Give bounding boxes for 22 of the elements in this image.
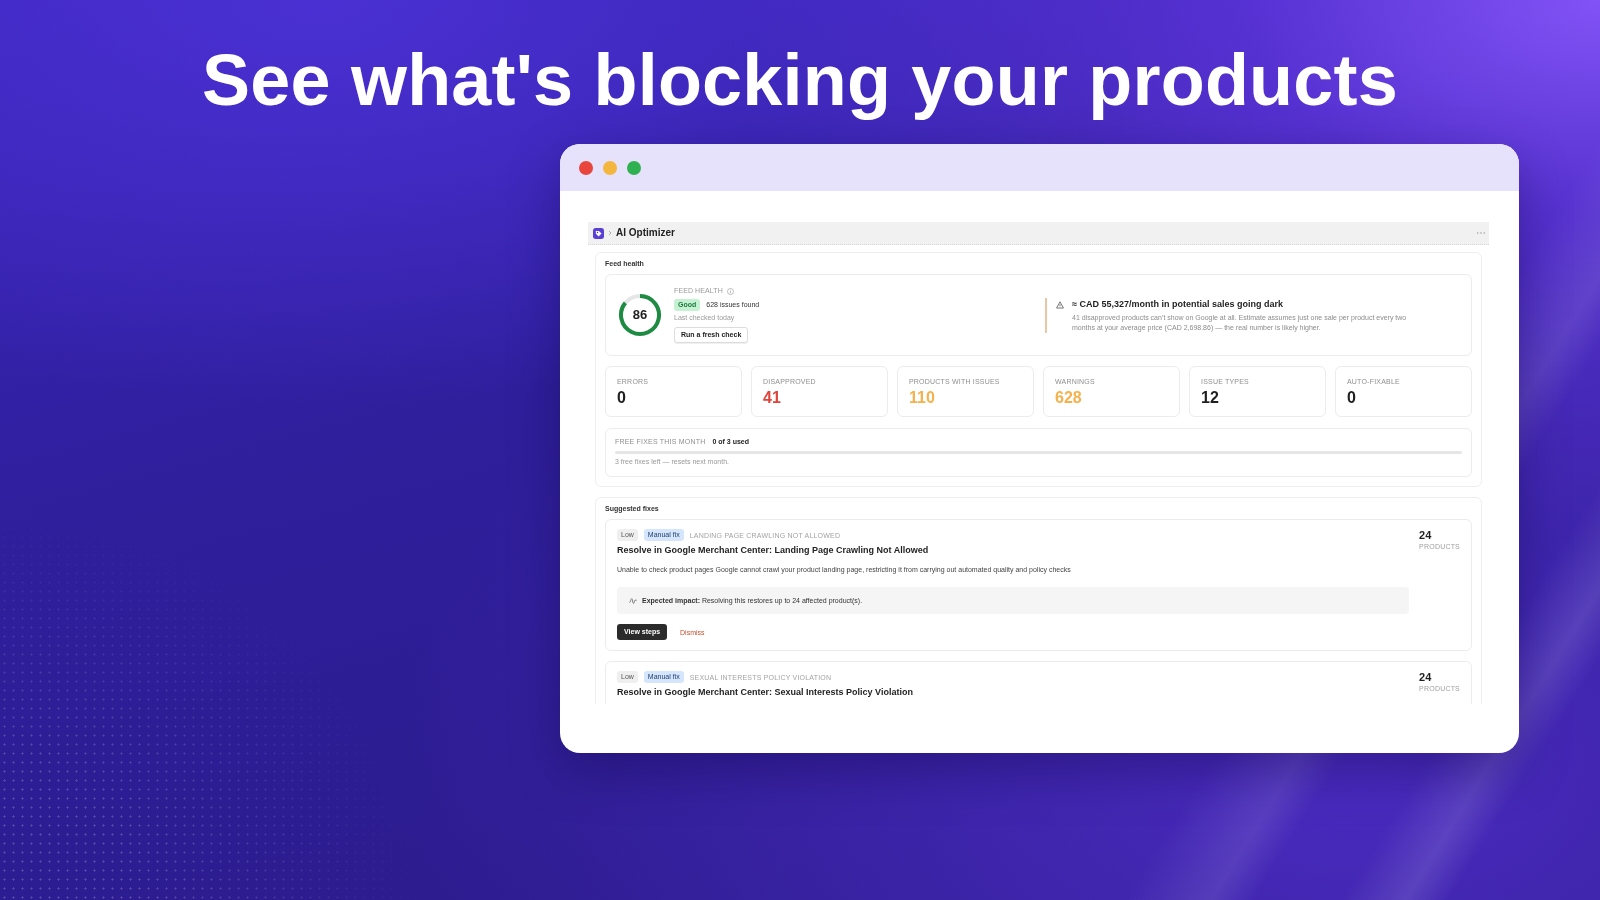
warning-icon (1056, 300, 1064, 309)
stat-value: 110 (909, 389, 936, 406)
stat-value: 0 (617, 389, 627, 406)
maximize-button[interactable] (627, 160, 641, 175)
chevron-icon (608, 230, 612, 236)
stat-value: 0 (1347, 389, 1357, 406)
fix-title: Resolve in Google Merchant Center: Sexual Interests Policy Violation (617, 686, 914, 698)
fix-title: Resolve in Google Merchant Center: Landing Page Crawling Not Allowed (617, 544, 930, 556)
close-button[interactable] (579, 160, 593, 175)
stat-value: 41 (763, 389, 782, 406)
score-value: 86 (632, 308, 648, 322)
info-icon[interactable] (726, 287, 734, 295)
product-count: 24 (1419, 671, 1432, 684)
stat-value: 12 (1201, 389, 1220, 406)
pulse-icon (629, 596, 637, 605)
minimize-button[interactable] (603, 160, 617, 175)
stat-value: 628 (1055, 389, 1083, 406)
alert-title: ≈ CAD 55,327/month in potential sales going dark (1072, 298, 1284, 310)
app-title: AI Optimizer (616, 227, 675, 239)
score-ring (618, 293, 662, 337)
tag-icon (593, 227, 604, 239)
product-count: 24 (1419, 529, 1432, 542)
